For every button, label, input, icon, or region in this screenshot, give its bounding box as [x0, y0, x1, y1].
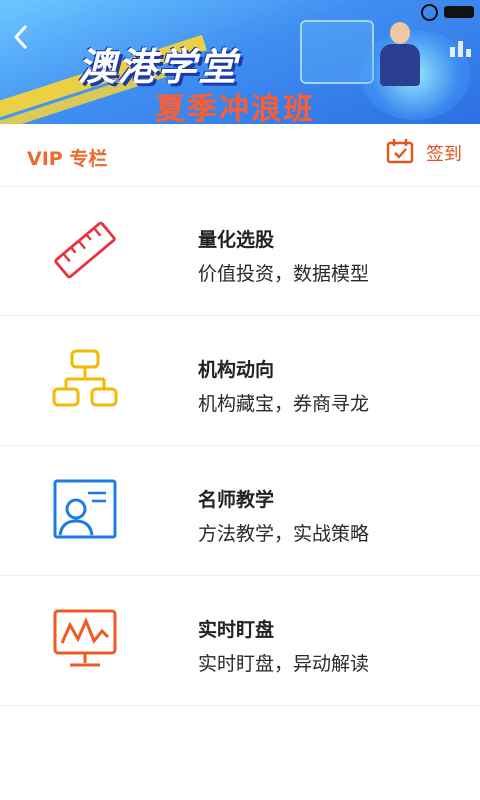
section-title: VIP 专栏	[27, 148, 108, 170]
item-description: 方法教学，实战策略	[198, 523, 370, 545]
status-icon	[421, 3, 438, 21]
item-description: 机构藏宝，券商寻龙	[198, 393, 370, 415]
org-chart-icon	[52, 347, 118, 413]
bar-chart-graphic	[450, 38, 474, 57]
banner-logo: 澳港学堂	[78, 45, 239, 89]
signin-button[interactable]: 签到	[386, 138, 462, 168]
item-title: 名师教学	[198, 489, 275, 511]
item-title: 机构动向	[198, 359, 275, 381]
banner: 澳港学堂 夏季冲浪班	[0, 0, 480, 124]
item-title: 实时盯盘	[198, 619, 275, 641]
section-header: VIP 专栏 签到	[0, 124, 480, 187]
list-item-live-watch[interactable]: 实时盯盘 实时盯盘，异动解读	[0, 577, 480, 706]
item-title: 量化选股	[198, 229, 275, 251]
item-description: 价值投资，数据模型	[198, 263, 370, 285]
list-item-institution-trend[interactable]: 机构动向 机构藏宝，券商寻龙	[0, 317, 480, 446]
signin-label: 签到	[426, 144, 462, 165]
teacher-icon	[52, 477, 118, 543]
list-item-quant-stock[interactable]: 量化选股 价值投资，数据模型	[0, 187, 480, 316]
battery-icon	[444, 6, 474, 18]
presenter-illustration	[380, 22, 420, 86]
calendar-check-icon	[386, 138, 414, 168]
list-item-teacher[interactable]: 名师教学 方法教学，实战策略	[0, 447, 480, 576]
banner-subtitle: 夏季冲浪班	[155, 92, 315, 124]
item-description: 实时盯盘，异动解读	[198, 653, 370, 675]
back-chevron-icon[interactable]	[10, 22, 32, 52]
ruler-icon	[52, 217, 118, 283]
monitor-chart-icon	[52, 607, 118, 673]
status-bar	[421, 3, 474, 21]
